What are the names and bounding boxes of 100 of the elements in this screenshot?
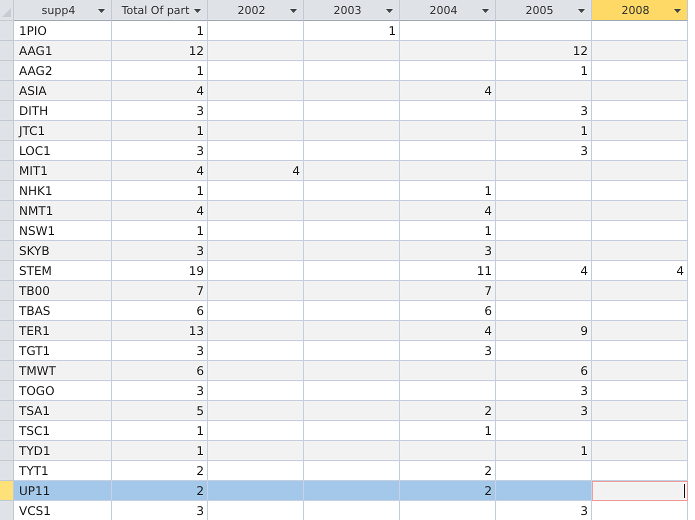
cell-text: 1	[580, 444, 588, 458]
cell-text: 3	[196, 144, 204, 158]
row-selector[interactable]	[0, 501, 14, 520]
cell-text: 7	[484, 284, 492, 298]
row-selector[interactable]	[0, 401, 14, 421]
cell-text: TGT1	[19, 344, 50, 358]
cell-text: 4	[196, 164, 204, 178]
cell-text: 4	[484, 324, 492, 338]
row-selector[interactable]	[0, 481, 14, 501]
cell-text: 1	[196, 124, 204, 138]
cell-text: 2	[196, 464, 204, 478]
row-selector[interactable]	[0, 441, 14, 461]
cell-text: TYT1	[19, 464, 49, 478]
dropdown-arrow-icon[interactable]	[674, 9, 681, 13]
cell-text: 3	[196, 384, 204, 398]
cell-text: 1	[196, 444, 204, 458]
cell-text: 4	[580, 264, 588, 278]
row-selector[interactable]	[0, 101, 14, 121]
select-all-button[interactable]	[0, 0, 14, 21]
cell-text: 3	[580, 104, 588, 118]
cell-text: 12	[188, 44, 204, 58]
row-selector[interactable]	[0, 141, 14, 161]
cell-text: 3	[580, 144, 588, 158]
cell-text: 1	[484, 424, 492, 438]
cell-text: 3	[580, 404, 588, 418]
cell-text: DITH	[19, 104, 48, 118]
column-header[interactable]: 2008	[592, 0, 688, 21]
row-selector[interactable]	[0, 41, 14, 61]
cell-text: 4	[292, 164, 300, 178]
cell-text: NSW1	[19, 224, 56, 238]
column-header[interactable]: 2005	[496, 0, 592, 21]
cell-text: STEM	[19, 264, 52, 278]
cell-text: UP11	[19, 484, 50, 498]
dropdown-arrow-icon[interactable]	[290, 9, 297, 13]
cell-text: 3	[196, 104, 204, 118]
column-header[interactable]: Total Of part	[112, 0, 208, 21]
row-selector[interactable]	[0, 421, 14, 441]
cell-text: ASIA	[19, 84, 47, 98]
cell-text: TOGO	[19, 384, 55, 398]
cell-text: 12	[572, 44, 588, 58]
column-label: 2005	[526, 4, 554, 16]
row-selector[interactable]	[0, 341, 14, 361]
column-header[interactable]: supp4	[14, 0, 112, 21]
dropdown-arrow-icon[interactable]	[578, 9, 585, 13]
cell-text: 2	[484, 464, 492, 478]
row-selector[interactable]	[0, 461, 14, 481]
row-selector[interactable]	[0, 201, 14, 221]
row-selector[interactable]	[0, 261, 14, 281]
cell-text: JTC1	[19, 124, 46, 138]
cell-text: 6	[196, 304, 204, 318]
row-selector[interactable]	[0, 161, 14, 181]
cell-text: 3	[196, 344, 204, 358]
cell-text: 13	[188, 324, 204, 338]
cell-text: TBAS	[19, 304, 50, 318]
row-selector[interactable]	[0, 241, 14, 261]
cell-text: 4	[196, 84, 204, 98]
row-selector[interactable]	[0, 61, 14, 81]
row-selector[interactable]	[0, 81, 14, 101]
cell-text: 11	[476, 264, 492, 278]
dropdown-arrow-icon[interactable]	[98, 9, 105, 13]
cell-text: 4	[484, 84, 492, 98]
row-selector[interactable]	[0, 21, 14, 41]
cell-text: TYD1	[19, 444, 51, 458]
cell-text: 2	[484, 484, 492, 498]
cell-text: 4	[676, 264, 684, 278]
cell-text: 19	[188, 264, 204, 278]
row-selector[interactable]	[0, 121, 14, 141]
cell-text: 6	[196, 364, 204, 378]
row-selector[interactable]	[0, 181, 14, 201]
row-selector[interactable]	[0, 321, 14, 341]
cell-text: 4	[484, 204, 492, 218]
cell-text: 3	[580, 384, 588, 398]
cell-text: 1	[196, 24, 204, 38]
row-selector[interactable]	[0, 301, 14, 321]
column-label: 2002	[238, 4, 266, 16]
cell-text: 3	[196, 244, 204, 258]
column-header[interactable]: 2004	[400, 0, 496, 21]
cell-text: 1	[484, 184, 492, 198]
column-label: supp4	[42, 4, 76, 16]
cell-text: 6	[580, 364, 588, 378]
row-selector[interactable]	[0, 361, 14, 381]
cell-text: AAG2	[19, 64, 52, 78]
dropdown-arrow-icon[interactable]	[194, 9, 201, 13]
cell-text: 9	[580, 324, 588, 338]
column-label: 2008	[622, 4, 650, 16]
cell-text: 1	[196, 424, 204, 438]
row-selector[interactable]	[0, 281, 14, 301]
dropdown-arrow-icon[interactable]	[482, 9, 489, 13]
cell-text: 5	[196, 404, 204, 418]
row-selector[interactable]	[0, 381, 14, 401]
cell-text: MIT1	[19, 164, 48, 178]
column-header[interactable]: 2002	[208, 0, 304, 21]
column-label: 2003	[334, 4, 362, 16]
cell-text: 3	[580, 504, 588, 518]
row-selector[interactable]	[0, 221, 14, 241]
cell-text: VCS1	[19, 504, 51, 518]
column-label: 2004	[430, 4, 458, 16]
dropdown-arrow-icon[interactable]	[386, 9, 393, 13]
column-header[interactable]: 2003	[304, 0, 400, 21]
column-label: Total Of part	[122, 4, 190, 16]
